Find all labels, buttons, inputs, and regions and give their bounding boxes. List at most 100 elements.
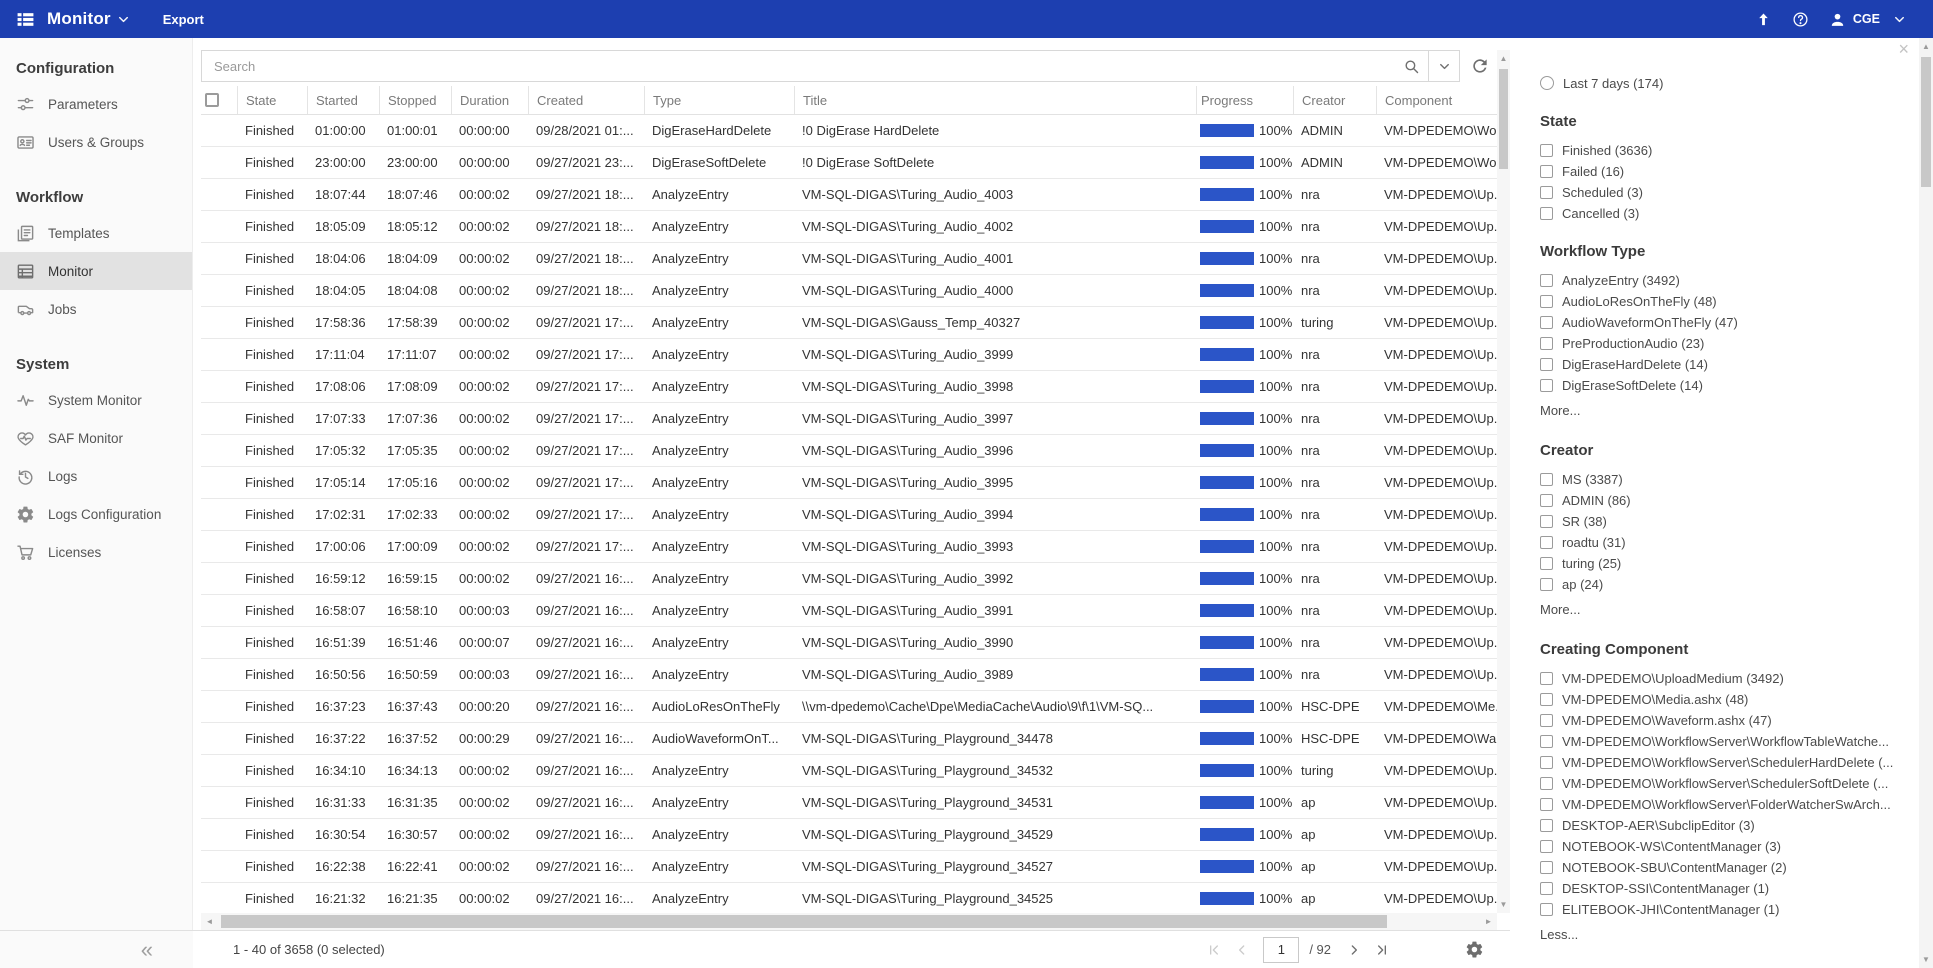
table-row[interactable]: Finished17:58:3617:58:3900:00:0209/27/20…	[201, 307, 1497, 339]
filter-checkbox-item[interactable]: AnalyzeEntry (3492)	[1540, 270, 1909, 291]
table-row[interactable]: Finished17:05:1417:05:1600:00:0209/27/20…	[201, 467, 1497, 499]
filter-checkbox-item[interactable]: VM-DPEDEMO\Waveform.ashx (47)	[1540, 710, 1909, 731]
close-icon[interactable]: ×	[1898, 40, 1909, 58]
table-row[interactable]: Finished16:22:3816:22:4100:00:0209/27/20…	[201, 851, 1497, 883]
scroll-up-arrow[interactable]: ▲	[1918, 38, 1933, 55]
table-row[interactable]: Finished16:37:2316:37:4300:00:2009/27/20…	[201, 691, 1497, 723]
export-menu[interactable]: Export	[163, 12, 204, 27]
filter-checkbox-item[interactable]: VM-DPEDEMO\WorkflowServer\FolderWatcherS…	[1540, 794, 1909, 815]
vertical-scrollbar[interactable]: ▲ ▼	[1497, 50, 1510, 913]
column-header-creator[interactable]: Creator	[1293, 86, 1376, 114]
column-header-stopped[interactable]: Stopped	[379, 86, 451, 114]
filter-checkbox-item[interactable]: DESKTOP-AER\SubclipEditor (3)	[1540, 815, 1909, 836]
table-row[interactable]: Finished18:07:4418:07:4600:00:0209/27/20…	[201, 179, 1497, 211]
filter-checkbox-item[interactable]: DigEraseHardDelete (14)	[1540, 354, 1909, 375]
filter-checkbox-item[interactable]: DESKTOP-SSI\ContentManager (1)	[1540, 878, 1909, 899]
search-options-chevron-icon[interactable]	[1429, 51, 1459, 81]
filter-checkbox-item[interactable]: AudioLoResOnTheFly (48)	[1540, 291, 1909, 312]
user-menu[interactable]: CGE	[1829, 11, 1907, 28]
column-header-progress[interactable]: Progress	[1196, 86, 1293, 114]
filter-checkbox-item[interactable]: ADMIN (86)	[1540, 490, 1909, 511]
table-row[interactable]: Finished16:51:3916:51:4600:00:0709/27/20…	[201, 627, 1497, 659]
table-row[interactable]: Finished17:00:0617:00:0900:00:0209/27/20…	[201, 531, 1497, 563]
filter-checkbox-item[interactable]: SR (38)	[1540, 511, 1909, 532]
column-header-component[interactable]: Component	[1376, 86, 1497, 114]
table-row[interactable]: Finished18:05:0918:05:1200:00:0209/27/20…	[201, 211, 1497, 243]
table-row[interactable]: Finished16:30:5416:30:5700:00:0209/27/20…	[201, 819, 1497, 851]
table-row[interactable]: Finished16:34:1016:34:1300:00:0209/27/20…	[201, 755, 1497, 787]
search-icon[interactable]	[1394, 51, 1428, 81]
filter-checkbox-item[interactable]: turing (25)	[1540, 553, 1909, 574]
column-header-started[interactable]: Started	[307, 86, 379, 114]
filter-checkbox-item[interactable]: VM-DPEDEMO\UploadMedium (3492)	[1540, 668, 1909, 689]
search-input[interactable]	[202, 59, 1394, 74]
table-row[interactable]: Finished16:37:2216:37:5200:00:2909/27/20…	[201, 723, 1497, 755]
filter-checkbox-item[interactable]: Cancelled (3)	[1540, 203, 1909, 224]
filter-checkbox-item[interactable]: AudioWaveformOnTheFly (47)	[1540, 312, 1909, 333]
refresh-icon[interactable]	[1470, 56, 1490, 76]
scroll-right-arrow[interactable]: ►	[1480, 913, 1497, 930]
filter-checkbox-item[interactable]: ap (24)	[1540, 574, 1909, 595]
filter-checkbox-item[interactable]: Finished (3636)	[1540, 140, 1909, 161]
filter-checkbox-item[interactable]: NOTEBOOK-WS\ContentManager (3)	[1540, 836, 1909, 857]
next-page-icon[interactable]	[1341, 937, 1367, 963]
table-row[interactable]: Finished01:00:0001:00:0100:00:0009/28/20…	[201, 115, 1497, 147]
filter-checkbox-item[interactable]: roadtu (31)	[1540, 532, 1909, 553]
first-page-icon[interactable]	[1201, 937, 1227, 963]
sidebar-item-parameters[interactable]: Parameters	[0, 85, 192, 123]
filter-checkbox-item[interactable]: VM-DPEDEMO\Media.ashx (48)	[1540, 689, 1909, 710]
table-row[interactable]: Finished16:58:0716:58:1000:00:0309/27/20…	[201, 595, 1497, 627]
app-switcher[interactable]: Monitor	[47, 9, 131, 29]
column-header-state[interactable]: State	[237, 86, 307, 114]
scroll-down-arrow[interactable]: ▼	[1918, 951, 1933, 968]
column-header-type[interactable]: Type	[644, 86, 794, 114]
filter-checkbox-item[interactable]: VM-DPEDEMO\WorkflowServer\WorkflowTableW…	[1540, 731, 1909, 752]
collapse-sidebar-button[interactable]: «	[0, 930, 193, 968]
table-row[interactable]: Finished16:50:5616:50:5900:00:0309/27/20…	[201, 659, 1497, 691]
select-all-checkbox[interactable]	[205, 93, 219, 107]
previous-page-icon[interactable]	[1229, 937, 1255, 963]
filter-checkbox-item[interactable]: ELITEBOOK-JHI\ContentManager (1)	[1540, 899, 1909, 920]
column-header-created[interactable]: Created	[528, 86, 644, 114]
filter-checkbox-item[interactable]: MS (3387)	[1540, 469, 1909, 490]
filter-checkbox-item[interactable]: NOTEBOOK-SBU\ContentManager (2)	[1540, 857, 1909, 878]
table-row[interactable]: Finished16:31:3316:31:3500:00:0209/27/20…	[201, 787, 1497, 819]
table-row[interactable]: Finished23:00:0023:00:0000:00:0009/27/20…	[201, 147, 1497, 179]
scrollbar-thumb[interactable]	[1921, 57, 1931, 187]
help-icon[interactable]	[1792, 11, 1809, 28]
sidebar-item-system-monitor[interactable]: System Monitor	[0, 381, 192, 419]
table-row[interactable]: Finished17:08:0617:08:0900:00:0209/27/20…	[201, 371, 1497, 403]
table-row[interactable]: Finished18:04:0618:04:0900:00:0209/27/20…	[201, 243, 1497, 275]
page-number-input[interactable]	[1263, 937, 1299, 963]
table-row[interactable]: Finished17:11:0417:11:0700:00:0209/27/20…	[201, 339, 1497, 371]
sidebar-item-saf-monitor[interactable]: SAF Monitor	[0, 419, 192, 457]
table-row[interactable]: Finished17:07:3317:07:3600:00:0209/27/20…	[201, 403, 1497, 435]
horizontal-scrollbar[interactable]: ◄ ►	[201, 913, 1497, 930]
sidebar-item-templates[interactable]: Templates	[0, 214, 192, 252]
sidebar-item-logs-configuration[interactable]: Logs Configuration	[0, 495, 192, 533]
sidebar-item-users-groups[interactable]: Users & Groups	[0, 123, 192, 161]
filter-checkbox-item[interactable]: VM-DPEDEMO\WorkflowServer\SchedulerHardD…	[1540, 752, 1909, 773]
filter-checkbox-item[interactable]: DigEraseSoftDelete (14)	[1540, 375, 1909, 396]
filter-checkbox-item[interactable]: PreProductionAudio (23)	[1540, 333, 1909, 354]
filter-panel-scrollbar[interactable]: ▲ ▼	[1919, 38, 1933, 968]
last-page-icon[interactable]	[1369, 937, 1395, 963]
sidebar-item-licenses[interactable]: Licenses	[0, 533, 192, 571]
table-settings-gear-icon[interactable]	[1465, 940, 1484, 959]
table-row[interactable]: Finished17:02:3117:02:3300:00:0209/27/20…	[201, 499, 1497, 531]
scroll-left-arrow[interactable]: ◄	[201, 913, 218, 930]
filter-checkbox-item[interactable]: VM-DPEDEMO\WorkflowServer\SchedulerSoftD…	[1540, 773, 1909, 794]
filter-checkbox-item[interactable]: Failed (16)	[1540, 161, 1909, 182]
show-more-link[interactable]: More...	[1540, 602, 1909, 622]
table-row[interactable]: Finished16:21:3216:21:3500:00:0209/27/20…	[201, 883, 1497, 913]
sidebar-item-jobs[interactable]: Jobs	[0, 290, 192, 328]
scroll-down-arrow[interactable]: ▼	[1497, 896, 1510, 913]
scrollbar-thumb[interactable]	[221, 915, 1387, 928]
scroll-up-arrow[interactable]: ▲	[1497, 50, 1510, 67]
filter-date-option[interactable]: Last 7 days (174)	[1540, 72, 1909, 94]
filter-checkbox-item[interactable]: Scheduled (3)	[1540, 182, 1909, 203]
sidebar-item-logs[interactable]: Logs	[0, 457, 192, 495]
show-less-link[interactable]: Less...	[1540, 927, 1909, 947]
table-row[interactable]: Finished17:05:3217:05:3500:00:0209/27/20…	[201, 435, 1497, 467]
column-header-title[interactable]: Title	[794, 86, 1196, 114]
